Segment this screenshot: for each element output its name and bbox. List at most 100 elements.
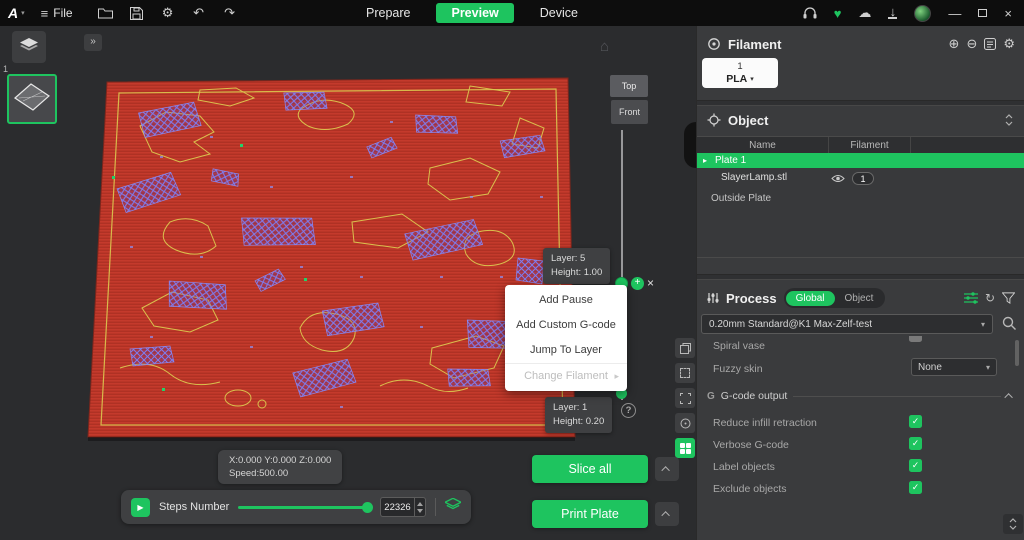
steps-player-bar: ▶ Steps Number 22326 bbox=[121, 490, 471, 524]
fuzzy-skin-select[interactable]: None ▾ bbox=[911, 358, 997, 376]
filament-spool-icon bbox=[707, 37, 721, 51]
download-icon[interactable]: ↓ bbox=[888, 7, 897, 19]
file-menu-label: File bbox=[53, 6, 72, 20]
steps-slider[interactable] bbox=[238, 506, 371, 509]
object-section-title: Object bbox=[728, 113, 768, 128]
open-file-icon[interactable] bbox=[95, 2, 117, 24]
add-filament-icon[interactable]: ⊕ bbox=[949, 36, 960, 52]
slice-all-button[interactable]: Slice all bbox=[532, 455, 648, 483]
close-button[interactable]: × bbox=[1004, 6, 1012, 21]
object-sort-icon[interactable] bbox=[1003, 114, 1015, 126]
remove-filament-icon[interactable]: ⊖ bbox=[966, 36, 977, 52]
download-icon-glyph: ↓ bbox=[888, 7, 897, 19]
settings-scrollbar[interactable] bbox=[1015, 340, 1019, 366]
tab-preview[interactable]: Preview bbox=[436, 3, 513, 23]
file-menu[interactable]: ≡ File bbox=[41, 6, 73, 21]
panel-collapse-handle[interactable] bbox=[684, 122, 696, 168]
collapse-section-icon[interactable] bbox=[1004, 393, 1012, 401]
undo-icon[interactable]: ↶ bbox=[188, 2, 210, 24]
process-settings-list[interactable]: Spiral vase Fuzzy skin None ▾ G G-code o… bbox=[697, 336, 1024, 540]
maximize-button[interactable] bbox=[978, 9, 987, 17]
menu-item-change-filament[interactable]: Change Filament ▸ bbox=[505, 363, 627, 388]
checkbox-label-objects[interactable]: ✓ bbox=[909, 459, 922, 472]
filament-slot-1[interactable]: 1 PLA ▾ bbox=[702, 58, 778, 88]
search-icon[interactable] bbox=[1002, 316, 1016, 330]
filament-settings-gear-icon[interactable]: ⚙ bbox=[1003, 36, 1015, 52]
slice-options-collapse-button[interactable] bbox=[655, 457, 679, 481]
tab-prepare[interactable]: Prepare bbox=[366, 6, 410, 20]
add-marker-plus-icon[interactable]: + bbox=[631, 277, 644, 290]
section-divider bbox=[697, 274, 1024, 280]
steps-value-box[interactable]: 22326 bbox=[380, 497, 426, 517]
tab-object[interactable]: Object bbox=[835, 291, 884, 306]
reset-settings-icon[interactable]: ↻ bbox=[985, 291, 995, 305]
view-front-button[interactable]: Front bbox=[611, 100, 648, 124]
tab-device[interactable]: Device bbox=[540, 6, 578, 20]
snapshot-tool-button[interactable] bbox=[675, 338, 695, 358]
dashed-square-icon bbox=[680, 368, 690, 378]
steps-spinner[interactable] bbox=[414, 498, 425, 516]
checkbox-reduce-infill-retraction[interactable]: ✓ bbox=[909, 415, 922, 428]
visibility-eye-icon[interactable] bbox=[831, 174, 845, 183]
menu-item-change-filament-label: Change Filament bbox=[524, 370, 608, 382]
minimize-button[interactable]: — bbox=[948, 6, 961, 21]
print-options-collapse-button[interactable] bbox=[655, 502, 679, 526]
favorites-heart-icon[interactable]: ♥ bbox=[834, 6, 842, 21]
view-top-button[interactable]: Top bbox=[610, 75, 648, 97]
help-button[interactable]: ? bbox=[621, 403, 636, 418]
save-icon[interactable] bbox=[126, 2, 148, 24]
gcode-section-icon: G bbox=[707, 391, 715, 402]
user-avatar[interactable] bbox=[914, 5, 931, 22]
filter-settings-icon[interactable] bbox=[1002, 292, 1015, 304]
menu-item-jump-to-layer[interactable]: Jump To Layer bbox=[505, 338, 627, 363]
spinner-down-icon[interactable] bbox=[417, 509, 423, 513]
chevron-down-icon: ▾ bbox=[21, 9, 25, 17]
redo-icon[interactable]: ↷ bbox=[219, 2, 241, 24]
check-icon: ✓ bbox=[912, 438, 920, 449]
measure-tool-button[interactable] bbox=[675, 413, 695, 433]
model-name-label: SlayerLamp.stl bbox=[721, 172, 787, 183]
process-section-title: Process bbox=[726, 291, 777, 306]
steps-slider-handle[interactable] bbox=[362, 502, 373, 513]
lower-layer-label: Layer: 1 bbox=[553, 401, 604, 415]
tune-settings-icon[interactable] bbox=[964, 292, 978, 304]
check-icon: ✓ bbox=[912, 482, 920, 493]
table-row-plate[interactable]: ▸ Plate 1 bbox=[697, 153, 1024, 168]
upper-height-label: Height: 1.00 bbox=[551, 266, 602, 280]
column-header-name: Name bbox=[697, 137, 829, 153]
menu-item-add-custom-gcode[interactable]: Add Custom G-code bbox=[505, 313, 627, 338]
fullscreen-tool-button[interactable] bbox=[675, 388, 695, 408]
app-logo[interactable]: A ▾ bbox=[8, 5, 25, 21]
process-sliders-icon bbox=[707, 292, 719, 304]
model-filament-badge[interactable]: 1 bbox=[852, 172, 874, 185]
settings-gear-icon[interactable]: ⚙ bbox=[157, 2, 179, 24]
selection-tool-button[interactable] bbox=[675, 363, 695, 383]
plate-thumbnail[interactable] bbox=[7, 74, 57, 124]
menu-item-add-pause[interactable]: Add Pause bbox=[505, 288, 627, 313]
close-marker-icon[interactable]: × bbox=[647, 276, 654, 290]
tab-global[interactable]: Global bbox=[786, 291, 835, 306]
checkbox-spiral-vase[interactable] bbox=[909, 336, 922, 342]
layers-view-icon[interactable] bbox=[445, 498, 461, 516]
filament-list-icon[interactable] bbox=[984, 38, 996, 50]
checkbox-verbose-gcode[interactable]: ✓ bbox=[909, 437, 922, 450]
expand-plate-list-button[interactable]: » bbox=[84, 34, 102, 51]
chevron-up-icon bbox=[661, 466, 669, 474]
expand-panel-button[interactable] bbox=[1003, 514, 1023, 534]
process-preset-select[interactable]: 0.20mm Standard@K1 Max-Zelf-test ▾ bbox=[701, 314, 993, 334]
headset-support-icon[interactable] bbox=[803, 7, 817, 20]
cloud-icon[interactable]: ☁ bbox=[858, 5, 871, 21]
checkbox-exclude-objects[interactable]: ✓ bbox=[909, 481, 922, 494]
preview-viewport[interactable]: » 1 ⌂ Top Front + × Layer: 5 Height: 1.0… bbox=[0, 26, 696, 540]
check-icon: ✓ bbox=[912, 416, 920, 427]
table-row-model[interactable]: SlayerLamp.stl 1 bbox=[697, 168, 1024, 190]
gcode-output-section-header[interactable]: G G-code output bbox=[707, 388, 1013, 404]
play-button[interactable]: ▶ bbox=[131, 498, 150, 517]
print-plate-button[interactable]: Print Plate bbox=[532, 500, 648, 528]
home-view-icon[interactable]: ⌂ bbox=[600, 38, 609, 55]
arrange-tool-button[interactable] bbox=[675, 438, 695, 458]
table-row-outside-plate[interactable]: Outside Plate bbox=[697, 190, 1024, 208]
plate-tools-button[interactable] bbox=[12, 31, 46, 63]
titlebar: A ▾ ≡ File ⚙ ↶ ↷ Prepare Preview Device bbox=[0, 0, 1024, 26]
spinner-up-icon[interactable] bbox=[417, 502, 423, 506]
